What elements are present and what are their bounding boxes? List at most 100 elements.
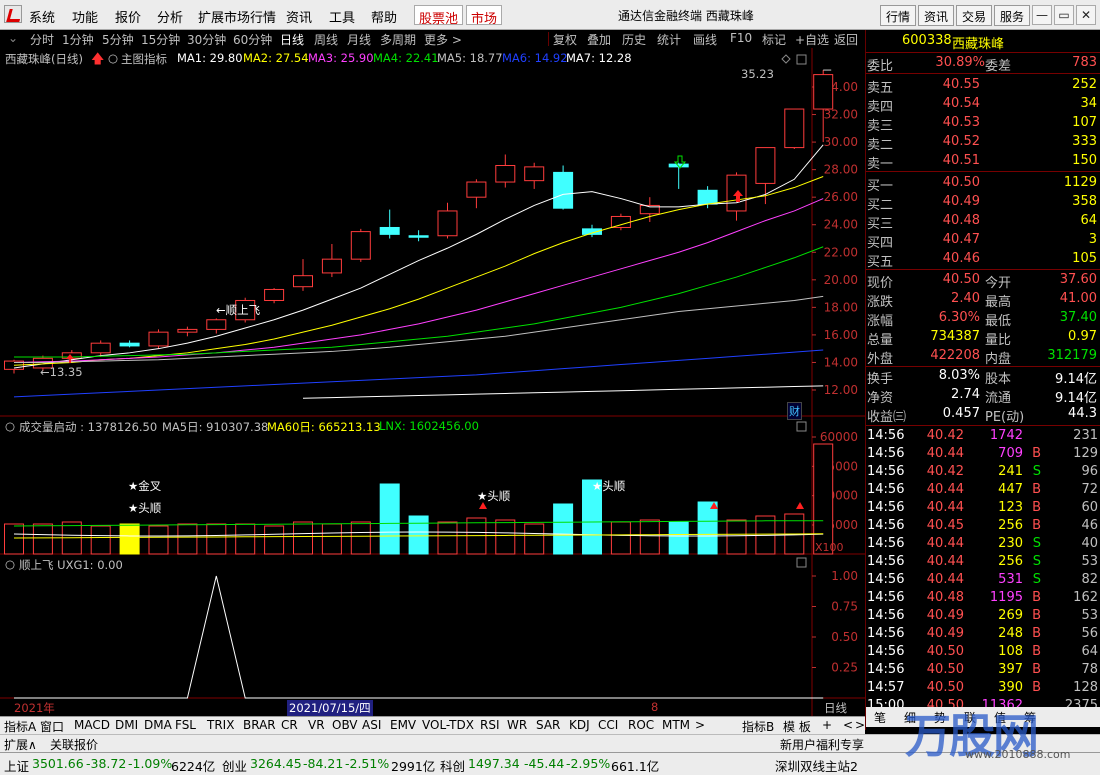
ma3-label: MA3: 25.90	[308, 51, 374, 65]
circle-icon[interactable]: ○	[5, 419, 15, 433]
ma4-label: MA4: 22.41	[373, 51, 439, 65]
server-label[interactable]: 深圳双线主站2	[775, 756, 858, 775]
app-logo-icon[interactable]	[4, 5, 22, 23]
stat-value: 37.40	[1059, 310, 1097, 325]
period-tab-30min[interactable]: 30分钟	[187, 31, 226, 48]
indicator-tab[interactable]: DMA	[144, 718, 172, 732]
menu-news[interactable]: 资讯	[286, 7, 312, 26]
period-tab-monthly[interactable]: 月线	[347, 31, 371, 48]
indicator-tab[interactable]: WR	[507, 718, 527, 732]
bid-label: 买二	[867, 198, 894, 213]
news-tab-button[interactable]: 资讯	[918, 5, 955, 26]
menu-quote[interactable]: 报价	[115, 7, 141, 26]
indicator-tab[interactable]: MTM	[662, 718, 690, 732]
market-button[interactable]: 市场	[466, 5, 503, 27]
detail-tab[interactable]: 笔	[874, 709, 886, 726]
indicator-tab[interactable]: +	[822, 718, 832, 732]
circle-icon[interactable]: ○	[108, 51, 118, 65]
indicator-tab[interactable]: FSL	[175, 718, 196, 732]
menu-analysis[interactable]: 分析	[157, 7, 183, 26]
indicator-tab[interactable]: ASI	[362, 718, 381, 732]
indicator-tab[interactable]: >	[855, 718, 865, 732]
period-tab-daily[interactable]: 日线	[280, 31, 304, 48]
indicator-tab[interactable]: SAR	[536, 718, 560, 732]
period-tab-weekly[interactable]: 周线	[314, 31, 338, 48]
menu-system[interactable]: 系统	[29, 7, 55, 26]
f10-button[interactable]: F10	[730, 31, 752, 45]
period-tab-60min[interactable]: 60分钟	[233, 31, 272, 48]
related-quote-tab[interactable]: 关联报价	[50, 736, 98, 753]
close-icon[interactable]: ✕	[1076, 5, 1096, 25]
indicator-tab[interactable]: KDJ	[569, 718, 590, 732]
tick-volume: 531	[998, 572, 1023, 587]
indicator-tab[interactable]: 模 板	[783, 718, 811, 735]
cy-index-change: -84.21	[303, 756, 344, 771]
indicator-tab[interactable]: TRIX	[207, 718, 234, 732]
tick-count: 129	[1073, 446, 1098, 461]
restore-right-button[interactable]: 复权	[553, 31, 577, 48]
indicator-tab[interactable]: DMI	[115, 718, 138, 732]
kc-index-label[interactable]: 科创	[440, 756, 465, 775]
main-indicator-label[interactable]: 主图指标	[121, 51, 167, 67]
menu-ext-market[interactable]: 扩展市场行情	[198, 7, 276, 26]
restore-icon[interactable]: ▭	[1054, 5, 1074, 25]
indicator-tab[interactable]: >	[695, 718, 705, 732]
stat-value: 2.40	[951, 291, 980, 306]
indicator-tab[interactable]: BRAR	[243, 718, 276, 732]
indicator-tab[interactable]: VR	[308, 718, 325, 732]
cy-index-label[interactable]: 创业	[222, 756, 247, 775]
tick-side: S	[1032, 554, 1041, 569]
expand-tab[interactable]: 扩展∧	[4, 736, 37, 753]
menu-function[interactable]: 功能	[72, 7, 98, 26]
indicator-tab[interactable]: EMV	[390, 718, 416, 732]
period-tab-15min[interactable]: 15分钟	[141, 31, 180, 48]
ask-volume: 107	[1072, 115, 1097, 130]
stat-label: 最低	[985, 314, 1012, 329]
minimize-icon[interactable]: —	[1032, 5, 1052, 25]
indicator-tab[interactable]: 指标A	[4, 718, 36, 735]
trade-tab-button[interactable]: 交易	[956, 5, 993, 26]
overlay-button[interactable]: 叠加	[587, 31, 611, 48]
ask-row: 卖二 40.52 333	[866, 133, 1100, 153]
sh-index-pct: -1.09%	[128, 756, 173, 771]
candle-body	[553, 171, 574, 209]
ask-price: 40.53	[942, 115, 980, 130]
add-watchlist-button[interactable]: +自选	[795, 31, 829, 48]
stock-pool-button[interactable]: 股票池	[414, 5, 464, 27]
circle-icon[interactable]: ○	[5, 557, 15, 571]
candle-body	[582, 228, 602, 235]
period-tab-multi[interactable]: 多周期	[380, 31, 416, 48]
indicator-tab[interactable]: CR	[281, 718, 298, 732]
indicator-tab[interactable]: RSI	[480, 718, 500, 732]
period-tab-5min[interactable]: 5分钟	[102, 31, 134, 48]
indicator-tab[interactable]: ROC	[628, 718, 654, 732]
indicator-tab[interactable]: 窗口	[40, 718, 64, 735]
tick-row: 14:56 40.44 447 B 72	[866, 481, 1100, 499]
stat-label: 涨跌	[867, 295, 894, 310]
tick-price: 40.50	[926, 644, 964, 659]
history-button[interactable]: 历史	[622, 31, 646, 48]
period-tab-more[interactable]: 更多 >	[424, 31, 462, 48]
menu-help[interactable]: 帮助	[371, 7, 397, 26]
sh-index-label[interactable]: 上证	[4, 756, 29, 775]
service-tab-button[interactable]: 服务	[994, 5, 1031, 26]
y-tick-label: 30.00	[824, 135, 858, 149]
indicator-tab[interactable]: VOL-TDX	[422, 718, 474, 732]
period-tab-1min[interactable]: 1分钟	[62, 31, 94, 48]
menu-tools[interactable]: 工具	[329, 7, 355, 26]
quote-tab-button[interactable]: 行情	[880, 5, 917, 26]
indicator-tab[interactable]: <	[843, 718, 853, 732]
draw-line-button[interactable]: 画线	[693, 31, 717, 48]
indicator-tab[interactable]: OBV	[332, 718, 358, 732]
period-tab-fenshi[interactable]: 分时	[30, 31, 54, 48]
indicator-tab[interactable]: 指标B	[742, 718, 774, 735]
back-button[interactable]: 返回	[834, 31, 858, 48]
mark-button[interactable]: 标记	[762, 31, 786, 48]
finance-badge[interactable]: 财	[787, 402, 802, 420]
statistics-button[interactable]: 统计	[657, 31, 681, 48]
promo-link[interactable]: 新用户福利专享	[780, 736, 864, 753]
indicator-tab[interactable]: MACD	[74, 718, 110, 732]
collapse-icon[interactable]: ⌄	[8, 31, 18, 45]
kline-chart[interactable]: 34.0032.0030.0028.0026.0024.0022.0020.00…	[0, 48, 865, 716]
indicator-tab[interactable]: CCI	[598, 718, 618, 732]
